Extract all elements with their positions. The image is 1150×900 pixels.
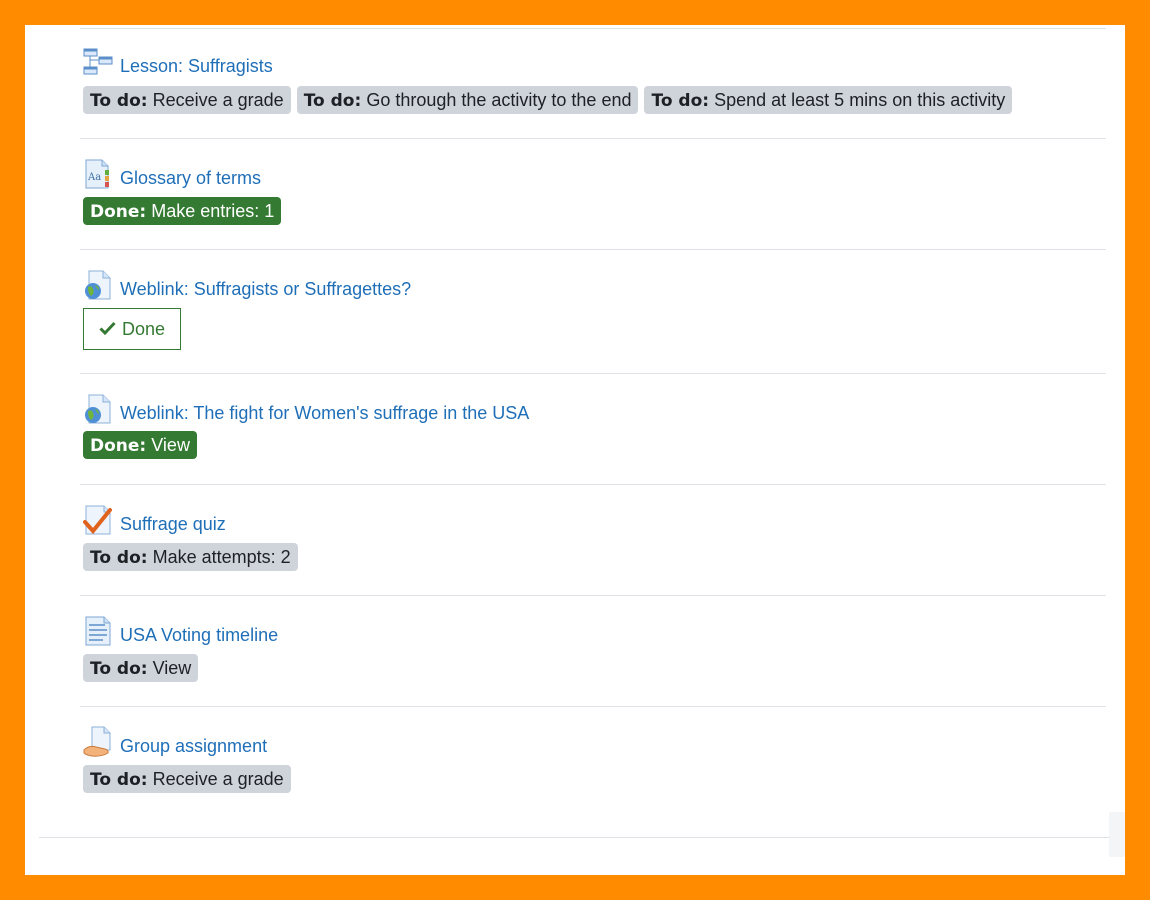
activity-title-row: Group assignment [83, 726, 267, 758]
done-badge: Done: Make entries: 1 [83, 197, 282, 225]
course-content-panel: Lesson: Suffragists To do: Receive a gra… [25, 25, 1125, 875]
url-globe-icon [83, 393, 113, 425]
done-button-label: Done [121, 318, 166, 339]
quiz-icon [83, 504, 113, 536]
activity-link[interactable]: Weblink: Suffragists or Suffragettes? [120, 278, 411, 301]
lesson-icon [83, 46, 113, 78]
activity-title-row: Lesson: Suffragists [83, 46, 273, 78]
completion-badges: Done: Make entries: 1 [83, 197, 282, 225]
todo-badge: To do: Spend at least 5 mins on this act… [644, 86, 1013, 114]
scroll-handle[interactable] [1109, 812, 1125, 857]
todo-badge: To do: Receive a grade [83, 765, 291, 793]
activity-link[interactable]: USA Voting timeline [120, 624, 278, 647]
activity-title-row: Weblink: The fight for Women's suffrage … [83, 393, 529, 425]
activity-link[interactable]: Weblink: The fight for Women's suffrage … [120, 402, 529, 425]
activity-quiz: Suffrage quiz To do: Make attempts: 2 [80, 484, 1106, 596]
activity-link[interactable]: Suffrage quiz [120, 513, 226, 536]
activity-page: USA Voting timeline To do: View [80, 595, 1106, 707]
todo-badge: To do: View [83, 654, 199, 682]
activity-title-row: Aa Glossary of terms [83, 158, 261, 190]
completion-badges: Done: View [83, 431, 197, 459]
activity-assignment: Group assignment To do: Receive a grade [80, 706, 1106, 806]
activity-link[interactable]: Lesson: Suffragists [120, 55, 273, 78]
completion-badges: To do: Receive a grade [83, 765, 291, 793]
completion-badges: To do: Receive a grade To do: Go through… [83, 86, 1013, 114]
activity-title-row: Suffrage quiz [83, 504, 226, 536]
assignment-icon [83, 726, 113, 758]
activity-weblink-usa: Weblink: The fight for Women's suffrage … [80, 373, 1106, 485]
mark-done-button[interactable]: Done [83, 308, 181, 350]
done-badge: Done: View [83, 431, 197, 459]
activity-link[interactable]: Group assignment [120, 735, 267, 758]
activity-lesson: Lesson: Suffragists To do: Receive a gra… [80, 29, 1106, 139]
completion-badges: To do: View [83, 654, 199, 682]
todo-badge: To do: Receive a grade [83, 86, 291, 114]
activity-weblink-suffragists: Weblink: Suffragists or Suffragettes? Do… [80, 249, 1106, 374]
divider [39, 837, 1119, 838]
activity-title-row: USA Voting timeline [83, 615, 278, 647]
todo-badge: To do: Go through the activity to the en… [296, 86, 639, 114]
url-globe-icon [83, 269, 113, 301]
completion-badges: To do: Make attempts: 2 [83, 543, 298, 571]
svg-text:Aa: Aa [87, 172, 101, 183]
activity-link[interactable]: Glossary of terms [120, 167, 261, 190]
glossary-icon: Aa [83, 158, 113, 190]
check-icon [99, 319, 116, 340]
page-icon [83, 615, 113, 647]
activity-title-row: Weblink: Suffragists or Suffragettes? [83, 269, 411, 301]
todo-badge: To do: Make attempts: 2 [83, 543, 298, 571]
activity-glossary: Aa Glossary of terms Done: Make entries:… [80, 138, 1106, 250]
